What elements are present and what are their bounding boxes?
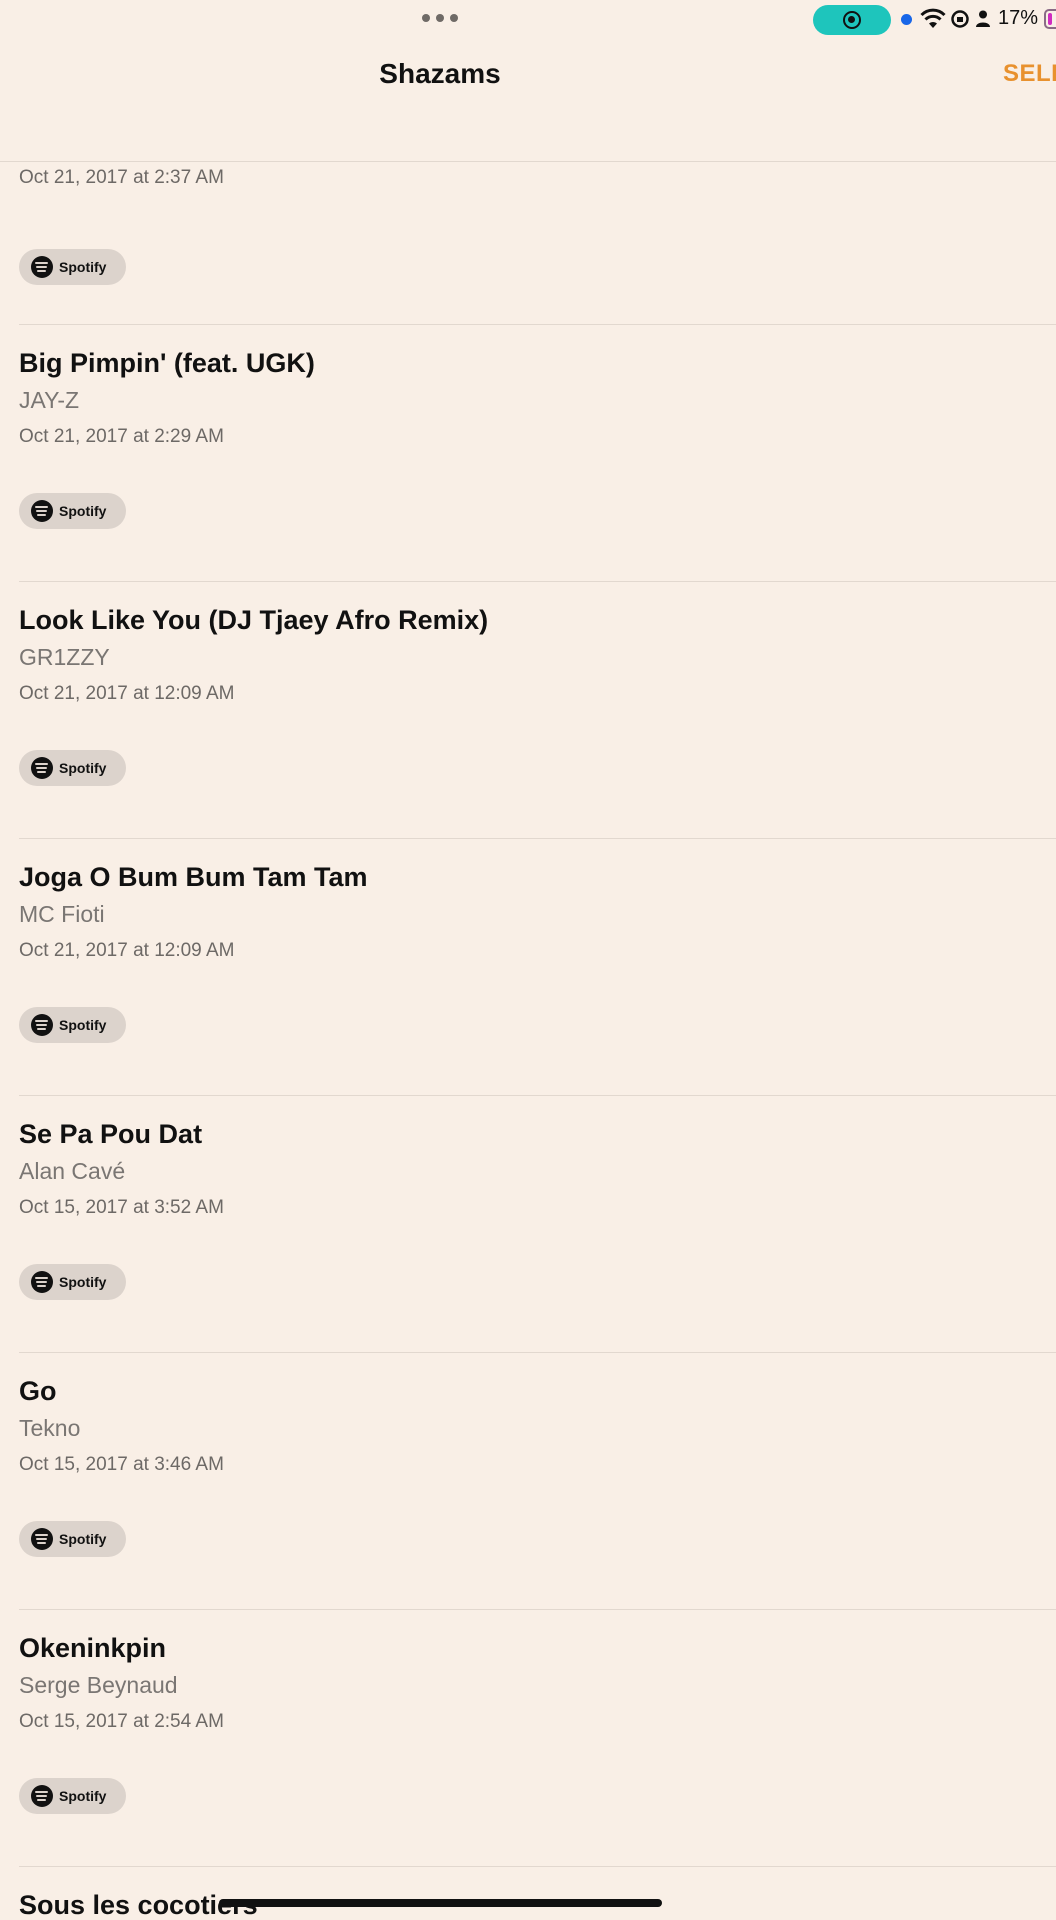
song-title: Joga O Bum Bum Tam Tam — [19, 862, 368, 892]
song-title: Se Pa Pou Dat — [19, 1119, 203, 1149]
spotify-icon — [31, 1271, 53, 1293]
artist-name: GR1ZZY — [19, 644, 110, 670]
item-date: Oct 21, 2017 at 2:37 AM — [19, 167, 224, 188]
navigation-bar: Shazams SELE — [0, 38, 1056, 162]
more-dots-icon[interactable] — [420, 10, 460, 26]
spotify-button[interactable]: Spotify — [19, 750, 126, 786]
spotify-label: Spotify — [59, 1274, 107, 1290]
spotify-label: Spotify — [59, 503, 107, 519]
item-date: Oct 15, 2017 at 3:52 AM — [19, 1197, 224, 1218]
item-date: Oct 15, 2017 at 2:54 AM — [19, 1711, 224, 1732]
spotify-icon — [31, 1785, 53, 1807]
status-bar: 17% — [0, 0, 1056, 38]
battery-percent: 17% — [998, 7, 1039, 29]
artist-name: Tekno — [19, 1415, 81, 1441]
spotify-label: Spotify — [59, 1017, 107, 1033]
spotify-icon — [31, 500, 53, 522]
song-title: Go — [19, 1376, 57, 1406]
spotify-label: Spotify — [59, 259, 107, 275]
location-dot-icon — [901, 14, 912, 25]
spotify-label: Spotify — [59, 1531, 107, 1547]
list-item[interactable]: Okeninkpin Serge Beynaud Oct 15, 2017 at… — [19, 1610, 1056, 1867]
spotify-button[interactable]: Spotify — [19, 493, 126, 529]
item-date: Oct 15, 2017 at 3:46 AM — [19, 1454, 224, 1475]
list-item[interactable]: Big Pimpin' (feat. UGK) JAY-Z Oct 21, 20… — [19, 325, 1056, 582]
item-date: Oct 21, 2017 at 12:09 AM — [19, 683, 235, 704]
spotify-label: Spotify — [59, 760, 107, 776]
song-title: Big Pimpin' (feat. UGK) — [19, 348, 315, 378]
rotation-lock-icon — [951, 10, 969, 28]
shazams-screen: 17% Shazams SELE Oct 21, 2017 at 2:37 AM… — [0, 0, 1056, 1920]
person-icon — [976, 10, 990, 27]
list-item[interactable]: Look Like You (DJ Tjaey Afro Remix) GR1Z… — [19, 582, 1056, 839]
song-title: Okeninkpin — [19, 1633, 167, 1663]
list-item[interactable]: Go Tekno Oct 15, 2017 at 3:46 AM Spotify — [19, 1353, 1056, 1610]
spotify-button[interactable]: Spotify — [19, 1264, 126, 1300]
spotify-button[interactable]: Spotify — [19, 249, 126, 285]
artist-name: JAY-Z — [19, 387, 80, 413]
wifi-icon — [920, 8, 946, 28]
screen-record-icon[interactable] — [813, 5, 891, 35]
artist-name: Alan Cavé — [19, 1158, 126, 1184]
spotify-button[interactable]: Spotify — [19, 1778, 126, 1814]
spotify-icon — [31, 256, 53, 278]
spotify-button[interactable]: Spotify — [19, 1007, 126, 1043]
select-button[interactable]: SELE — [1003, 60, 1056, 88]
spotify-button[interactable]: Spotify — [19, 1521, 126, 1557]
spotify-label: Spotify — [59, 1788, 107, 1804]
artist-name: Serge Beynaud — [19, 1672, 178, 1698]
shazam-list: Oct 21, 2017 at 2:37 AM Spotify Big Pimp… — [0, 162, 1056, 1920]
page-title: Shazams — [379, 58, 501, 89]
battery-icon — [1044, 9, 1056, 29]
item-date: Oct 21, 2017 at 2:29 AM — [19, 426, 224, 447]
spotify-icon — [31, 757, 53, 779]
song-title: Look Like You (DJ Tjaey Afro Remix) — [19, 605, 489, 635]
artist-name: MC Fioti — [19, 901, 105, 927]
item-date: Oct 21, 2017 at 12:09 AM — [19, 940, 235, 961]
list-item[interactable]: Sous les cocotiers — [19, 1867, 1056, 1920]
home-indicator[interactable] — [219, 1899, 662, 1907]
list-item[interactable]: Se Pa Pou Dat Alan Cavé Oct 15, 2017 at … — [19, 1096, 1056, 1353]
spotify-icon — [31, 1014, 53, 1036]
list-item[interactable]: Joga O Bum Bum Tam Tam MC Fioti Oct 21, … — [19, 839, 1056, 1096]
list-item[interactable]: Oct 21, 2017 at 2:37 AM Spotify — [19, 162, 1056, 325]
spotify-icon — [31, 1528, 53, 1550]
